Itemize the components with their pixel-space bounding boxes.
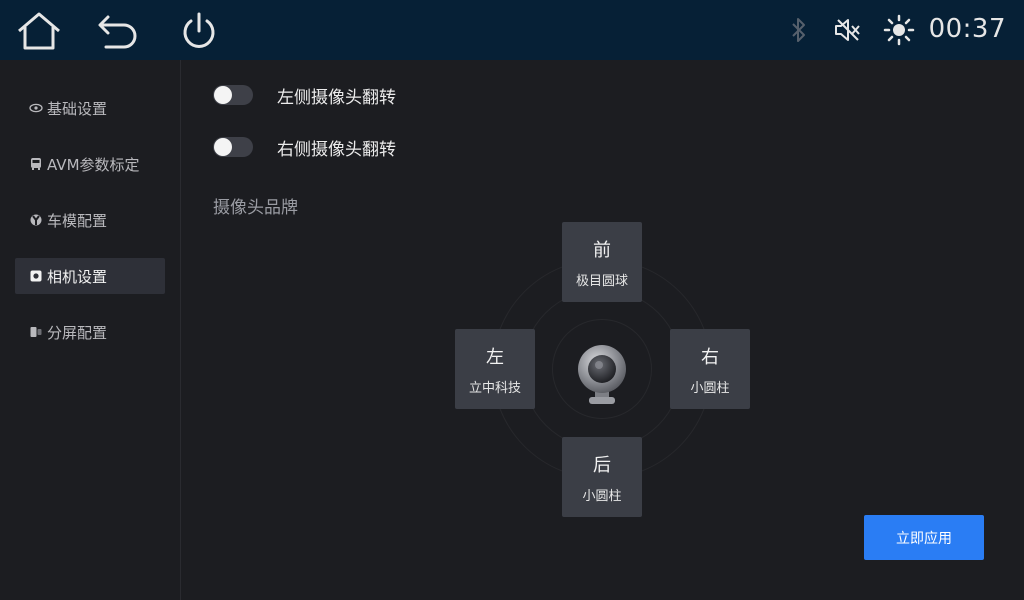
sidebar-item-label: AVM参数标定 xyxy=(47,155,140,174)
clock: 00:37 xyxy=(928,14,1006,44)
status-bar: 00:37 xyxy=(0,0,1024,60)
camera-left-brand: 立中科技 xyxy=(468,380,521,396)
model-icon xyxy=(29,213,43,227)
left-camera-flip-label: 左侧摄像头翻转 xyxy=(277,87,396,108)
sidebar-item-split-screen[interactable]: 分屏配置 xyxy=(15,314,165,350)
right-camera-flip-toggle[interactable] xyxy=(213,137,253,157)
toggle-knob xyxy=(214,138,232,156)
volume-mute-icon[interactable] xyxy=(831,14,863,46)
split-icon xyxy=(29,325,43,339)
sidebar-item-label: 基础设置 xyxy=(47,99,108,118)
car-icon xyxy=(29,157,43,171)
camera-front-position: 前 xyxy=(593,239,611,261)
sidebar-item-car-model[interactable]: 车模配置 xyxy=(15,202,165,238)
camera-left-tile[interactable]: 左 立中科技 xyxy=(455,329,535,409)
camera-right-tile[interactable]: 右 小圆柱 xyxy=(670,329,750,409)
toggle-knob xyxy=(214,86,232,104)
sidebar-item-basic-settings[interactable]: 基础设置 xyxy=(15,90,165,126)
sidebar-item-label: 分屏配置 xyxy=(47,323,108,342)
camera-rear-position: 后 xyxy=(593,454,611,476)
eye-icon xyxy=(29,101,43,115)
sidebar-item-label: 车模配置 xyxy=(47,211,108,230)
camera-brand-title: 摄像头品牌 xyxy=(213,198,298,218)
sidebar-item-label: 相机设置 xyxy=(47,267,108,286)
camera-right-position: 右 xyxy=(701,346,719,368)
camera-front-tile[interactable]: 前 极目圆球 xyxy=(562,222,642,302)
back-icon[interactable] xyxy=(96,8,142,54)
apply-now-button[interactable]: 立即应用 xyxy=(864,515,984,560)
camera-right-brand: 小圆柱 xyxy=(690,380,730,396)
sidebar-item-avm-calibration[interactable]: AVM参数标定 xyxy=(15,146,165,182)
home-icon[interactable] xyxy=(16,8,62,54)
camera-rear-tile[interactable]: 后 小圆柱 xyxy=(562,437,642,517)
camera-rear-brand: 小圆柱 xyxy=(582,488,622,504)
power-icon[interactable] xyxy=(176,8,222,54)
camera-left-position: 左 xyxy=(486,346,504,368)
sidebar: 基础设置 AVM参数标定 车模配置 相机设置 分屏配置 xyxy=(0,60,181,600)
brightness-icon[interactable] xyxy=(883,14,915,46)
bluetooth-icon[interactable] xyxy=(783,14,815,46)
sidebar-item-camera-settings[interactable]: 相机设置 xyxy=(15,258,165,294)
camera-front-brand: 极目圆球 xyxy=(575,273,628,289)
camera-icon xyxy=(29,269,43,283)
right-camera-flip-row: 右侧摄像头翻转 xyxy=(213,135,396,160)
webcam-icon xyxy=(575,342,629,408)
right-camera-flip-label: 右侧摄像头翻转 xyxy=(277,139,396,160)
left-camera-flip-row: 左侧摄像头翻转 xyxy=(213,83,396,108)
left-camera-flip-toggle[interactable] xyxy=(213,85,253,105)
